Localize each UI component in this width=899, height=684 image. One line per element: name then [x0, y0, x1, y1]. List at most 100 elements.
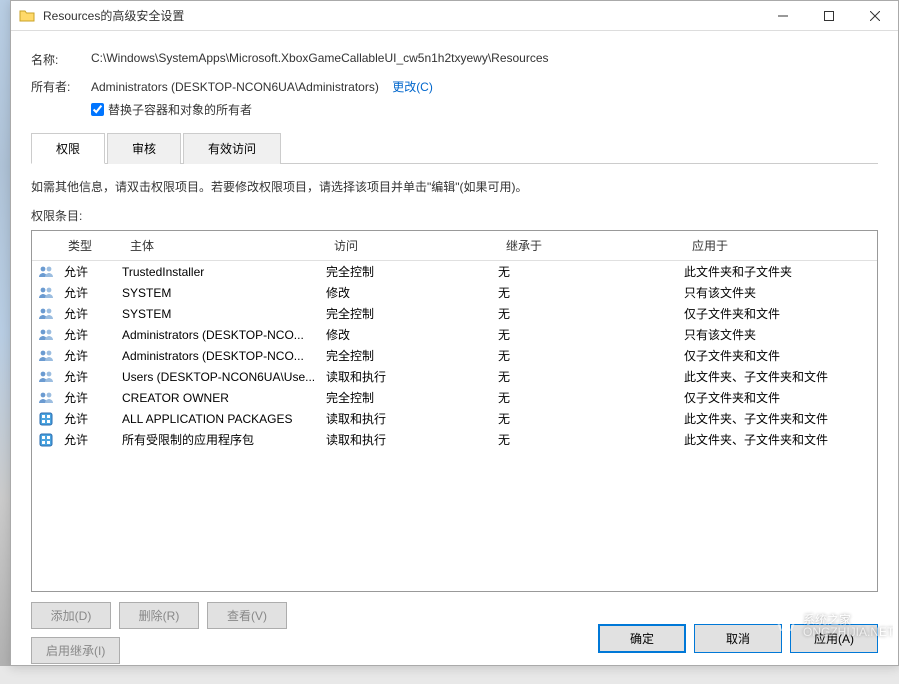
table-header: 类型 主体 访问 继承于 应用于: [32, 231, 877, 261]
permissions-table: 类型 主体 访问 继承于 应用于 允许TrustedInstaller完全控制无…: [31, 230, 878, 592]
col-principal[interactable]: 主体: [122, 231, 326, 260]
table-row[interactable]: 允许SYSTEM修改无只有该文件夹: [32, 282, 877, 303]
col-applies[interactable]: 应用于: [684, 231, 877, 260]
remove-button[interactable]: 删除(R): [119, 602, 199, 629]
tab-auditing[interactable]: 审核: [107, 133, 181, 164]
cell-type: 允许: [60, 305, 122, 322]
principal-icon: [32, 306, 60, 322]
cell-applies: 此文件夹和子文件夹: [684, 263, 877, 280]
cell-type: 允许: [60, 326, 122, 343]
close-button[interactable]: [852, 1, 898, 31]
cell-applies: 仅子文件夹和文件: [684, 305, 877, 322]
apply-button[interactable]: 应用(A): [790, 624, 878, 653]
principal-icon: [32, 432, 60, 448]
cell-principal: SYSTEM: [122, 286, 326, 300]
cell-applies: 仅子文件夹和文件: [684, 389, 877, 406]
titlebar: Resources的高级安全设置: [11, 1, 898, 31]
col-access[interactable]: 访问: [326, 231, 498, 260]
table-row[interactable]: 允许ALL APPLICATION PACKAGES读取和执行无此文件夹、子文件…: [32, 408, 877, 429]
table-row[interactable]: 允许Administrators (DESKTOP-NCO...修改无只有该文件…: [32, 324, 877, 345]
tab-permissions[interactable]: 权限: [31, 133, 105, 164]
cell-inherited: 无: [498, 305, 684, 322]
instruction-text: 如需其他信息，请双击权限项目。若要修改权限项目，请选择该项目并单击"编辑"(如果…: [31, 178, 878, 195]
change-owner-link[interactable]: 更改(C): [392, 80, 433, 94]
content-area: 名称: C:\Windows\SystemApps\Microsoft.Xbox…: [11, 31, 898, 684]
cell-access: 读取和执行: [326, 368, 498, 385]
owner-label: 所有者:: [31, 78, 91, 95]
cell-principal: Administrators (DESKTOP-NCO...: [122, 349, 326, 363]
security-settings-window: Resources的高级安全设置 名称: C:\Windows\SystemAp…: [10, 0, 899, 666]
entries-label: 权限条目:: [31, 207, 878, 224]
cancel-button[interactable]: 取消: [694, 624, 782, 653]
cell-applies: 仅子文件夹和文件: [684, 347, 877, 364]
principal-icon: [32, 390, 60, 406]
tab-effective-access[interactable]: 有效访问: [183, 133, 281, 164]
cell-inherited: 无: [498, 347, 684, 364]
cell-inherited: 无: [498, 431, 684, 448]
table-row[interactable]: 允许TrustedInstaller完全控制无此文件夹和子文件夹: [32, 261, 877, 282]
cell-principal: SYSTEM: [122, 307, 326, 321]
principal-icon: [32, 327, 60, 343]
replace-owner-label: 替换子容器和对象的所有者: [108, 101, 252, 118]
ok-button[interactable]: 确定: [598, 624, 686, 653]
name-value: C:\Windows\SystemApps\Microsoft.XboxGame…: [91, 51, 878, 65]
cell-access: 完全控制: [326, 305, 498, 322]
owner-text: Administrators (DESKTOP-NCON6UA\Administ…: [91, 80, 379, 94]
window-controls: [760, 1, 898, 31]
cell-type: 允许: [60, 368, 122, 385]
view-button[interactable]: 查看(V): [207, 602, 287, 629]
minimize-button[interactable]: [760, 1, 806, 31]
cell-access: 完全控制: [326, 389, 498, 406]
tab-bar: 权限 审核 有效访问: [31, 132, 878, 164]
cell-principal: 所有受限制的应用程序包: [122, 431, 326, 448]
replace-owner-checkbox-row: 替换子容器和对象的所有者: [91, 101, 878, 118]
replace-owner-checkbox[interactable]: [91, 103, 104, 116]
maximize-button[interactable]: [806, 1, 852, 31]
table-row[interactable]: 允许CREATOR OWNER完全控制无仅子文件夹和文件: [32, 387, 877, 408]
cell-access: 修改: [326, 284, 498, 301]
window-title: Resources的高级安全设置: [43, 7, 760, 24]
cell-principal: TrustedInstaller: [122, 265, 326, 279]
cell-inherited: 无: [498, 368, 684, 385]
cell-inherited: 无: [498, 389, 684, 406]
cell-principal: ALL APPLICATION PACKAGES: [122, 412, 326, 426]
cell-type: 允许: [60, 284, 122, 301]
col-type[interactable]: 类型: [60, 231, 122, 260]
permissions-panel: 如需其他信息，请双击权限项目。若要修改权限项目，请选择该项目并单击"编辑"(如果…: [31, 164, 878, 674]
cell-inherited: 无: [498, 410, 684, 427]
owner-row: 所有者: Administrators (DESKTOP-NCON6UA\Adm…: [31, 78, 878, 118]
cell-type: 允许: [60, 263, 122, 280]
name-row: 名称: C:\Windows\SystemApps\Microsoft.Xbox…: [31, 51, 878, 68]
table-row[interactable]: 允许Administrators (DESKTOP-NCO...完全控制无仅子文…: [32, 345, 877, 366]
cell-type: 允许: [60, 431, 122, 448]
cell-applies: 只有该文件夹: [684, 326, 877, 343]
cell-type: 允许: [60, 389, 122, 406]
table-row[interactable]: 允许所有受限制的应用程序包读取和执行无此文件夹、子文件夹和文件: [32, 429, 877, 450]
cell-type: 允许: [60, 347, 122, 364]
add-button[interactable]: 添加(D): [31, 602, 111, 629]
principal-icon: [32, 348, 60, 364]
table-row[interactable]: 允许Users (DESKTOP-NCON6UA\Use...读取和执行无此文件…: [32, 366, 877, 387]
col-icon: [32, 231, 60, 260]
cell-inherited: 无: [498, 284, 684, 301]
table-row[interactable]: 允许SYSTEM完全控制无仅子文件夹和文件: [32, 303, 877, 324]
cell-access: 读取和执行: [326, 410, 498, 427]
table-body[interactable]: 允许TrustedInstaller完全控制无此文件夹和子文件夹允许SYSTEM…: [32, 261, 877, 591]
col-inherited[interactable]: 继承于: [498, 231, 684, 260]
dialog-footer: 确定 取消 应用(A): [598, 624, 878, 653]
cell-access: 完全控制: [326, 263, 498, 280]
cell-access: 修改: [326, 326, 498, 343]
principal-icon: [32, 264, 60, 280]
principal-icon: [32, 369, 60, 385]
folder-icon: [19, 8, 35, 24]
enable-inheritance-button[interactable]: 启用继承(I): [31, 637, 120, 664]
cell-principal: Administrators (DESKTOP-NCO...: [122, 328, 326, 342]
cell-applies: 此文件夹、子文件夹和文件: [684, 410, 877, 427]
cell-access: 读取和执行: [326, 431, 498, 448]
cell-applies: 此文件夹、子文件夹和文件: [684, 431, 877, 448]
cell-principal: CREATOR OWNER: [122, 391, 326, 405]
cell-type: 允许: [60, 410, 122, 427]
cell-principal: Users (DESKTOP-NCON6UA\Use...: [122, 370, 326, 384]
cell-inherited: 无: [498, 326, 684, 343]
cell-inherited: 无: [498, 263, 684, 280]
